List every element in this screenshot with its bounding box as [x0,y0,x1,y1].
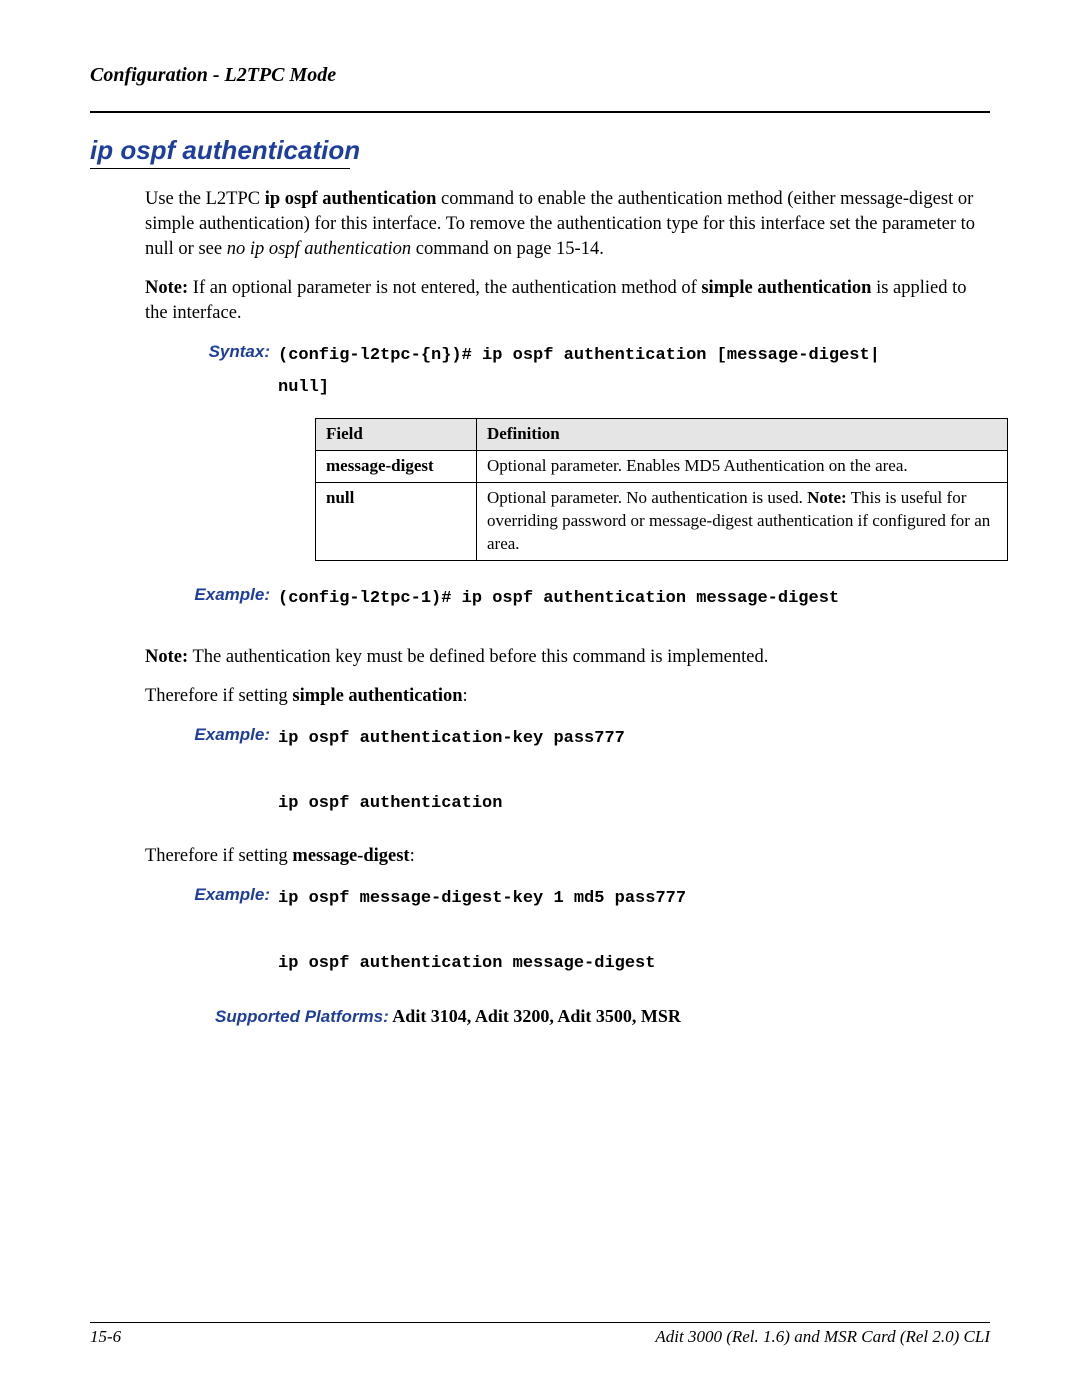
therefore-simple-post: : [463,686,468,706]
therefore-simple-bold: simple authentication [292,686,462,706]
note2-label: Note: [145,647,188,667]
intro-pre: Use the L2TPC [145,189,265,209]
running-head: Configuration - L2TPC Mode [90,64,990,87]
note1-paragraph: Note: If an optional parameter is not en… [145,276,990,326]
note2-paragraph: Note: The authentication key must be def… [145,645,990,670]
note2-text: The authentication key must be defined b… [188,647,768,667]
syntax-code: (config-l2tpc-{n})# ip ospf authenticati… [278,340,880,405]
section-title: ip ospf authentication [90,135,990,166]
example2-row: Example: ip ospf authentication-key pass… [145,723,990,820]
footer: 15-6 Adit 3000 (Rel. 1.6) and MSR Card (… [90,1322,990,1347]
th-definition: Definition [477,419,1008,451]
th-field: Field [316,419,477,451]
syntax-label: Syntax: [145,340,278,364]
example2-code: ip ospf authentication-key pass777 ip os… [278,723,625,820]
therefore-simple-pre: Therefore if setting [145,686,292,706]
def-note-label: Note: [807,488,847,507]
intro-ref: no ip ospf authentication [227,239,411,259]
footer-rule [90,1322,990,1323]
platforms-label: Supported Platforms: [215,1007,389,1026]
cell-definition: Optional parameter. No authentication is… [477,483,1008,561]
example3-code: ip ospf message-digest-key 1 md5 pass777… [278,883,686,980]
intro-post: command on page 15-14. [411,239,604,259]
cell-definition: Optional parameter. Enables MD5 Authenti… [477,451,1008,483]
definition-table: Field Definition message-digest Optional… [315,418,1008,561]
example3-row: Example: ip ospf message-digest-key 1 md… [145,883,990,980]
therefore-md-pre: Therefore if setting [145,846,292,866]
cell-field: message-digest [316,451,477,483]
def-pre: Optional parameter. Enables MD5 Authenti… [487,456,908,475]
page: Configuration - L2TPC Mode ip ospf authe… [0,0,1080,1397]
table-row: message-digest Optional parameter. Enabl… [316,451,1008,483]
title-underline [90,168,350,169]
platforms-value: Adit 3104, Adit 3200, Adit 3500, MSR [389,1006,681,1026]
footer-left: 15-6 [90,1327,121,1347]
note1-text: If an optional parameter is not entered,… [188,278,701,298]
table-header-row: Field Definition [316,419,1008,451]
example1-row: Example: (config-l2tpc-1)# ip ospf authe… [145,583,990,615]
note1-label: Note: [145,278,188,298]
example-label: Example: [145,723,278,747]
cell-field: null [316,483,477,561]
intro-paragraph: Use the L2TPC ip ospf authentication com… [145,187,990,262]
syntax-row: Syntax: (config-l2tpc-{n})# ip ospf auth… [145,340,990,405]
table-row: null Optional parameter. No authenticati… [316,483,1008,561]
intro-cmd: ip ospf authentication [265,189,437,209]
therefore-md-post: : [410,846,415,866]
footer-right: Adit 3000 (Rel. 1.6) and MSR Card (Rel 2… [655,1327,990,1347]
body: Use the L2TPC ip ospf authentication com… [145,187,990,1029]
note1-bold: simple authentication [701,278,871,298]
example1-code: (config-l2tpc-1)# ip ospf authentication… [278,583,839,615]
example-label: Example: [145,883,278,907]
footer-row: 15-6 Adit 3000 (Rel. 1.6) and MSR Card (… [90,1327,990,1347]
therefore-md-bold: message-digest [292,846,409,866]
example-label: Example: [145,583,278,607]
def-pre: Optional parameter. No authentication is… [487,488,807,507]
header-rule [90,111,990,113]
therefore-simple: Therefore if setting simple authenticati… [145,684,990,709]
therefore-md: Therefore if setting message-digest: [145,844,990,869]
platforms-row: Supported Platforms: Adit 3104, Adit 320… [215,1004,990,1029]
